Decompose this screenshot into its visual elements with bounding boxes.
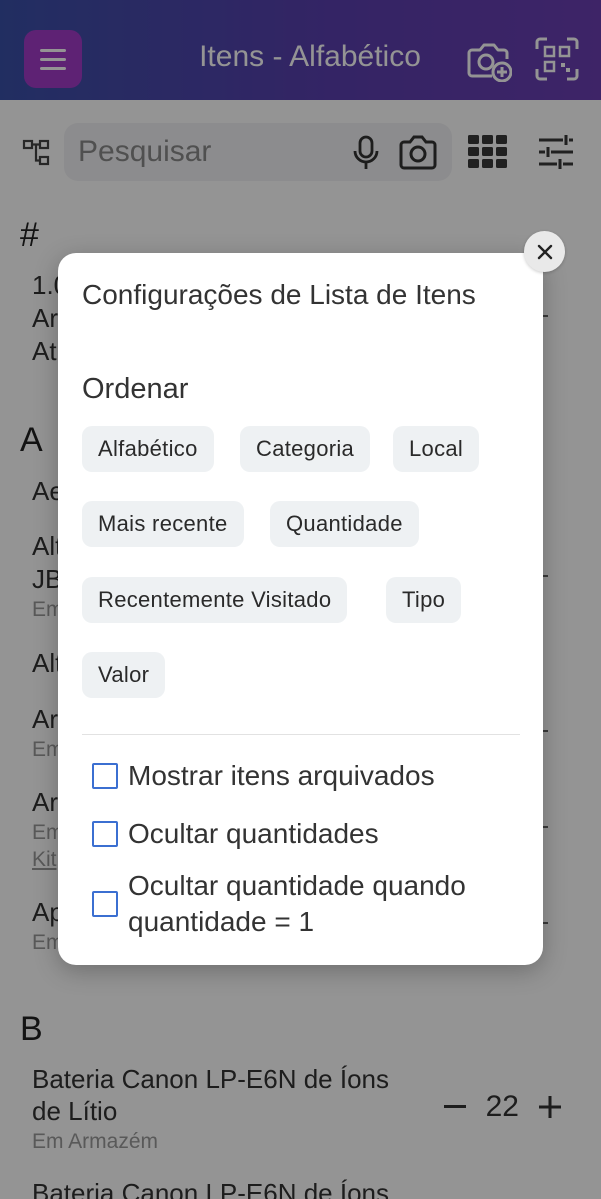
list-settings-dialog: Configurações de Lista de Itens Ordenar … bbox=[58, 253, 543, 965]
checkbox-row-hide-quantity-one[interactable]: Ocultar quantidade quando quantidade = 1 bbox=[92, 868, 512, 940]
sort-chip-categoria[interactable]: Categoria bbox=[240, 426, 371, 472]
sort-chip-local[interactable]: Local bbox=[393, 426, 480, 472]
checkbox-label: Ocultar quantidades bbox=[128, 818, 379, 849]
sort-chip-tipo[interactable]: Tipo bbox=[386, 577, 462, 623]
modal-backdrop-top bbox=[0, 0, 601, 100]
sort-chip-alfabetico[interactable]: Alfabético bbox=[82, 426, 214, 472]
sort-chip-mais-recente[interactable]: Mais recente bbox=[82, 501, 244, 547]
close-dialog-button[interactable] bbox=[524, 231, 565, 272]
sort-chip-valor[interactable]: Valor bbox=[82, 652, 166, 698]
sort-chip-recentemente-visitado[interactable]: Recentemente Visitado bbox=[82, 577, 348, 623]
divider bbox=[82, 734, 520, 735]
dialog-title: Configurações de Lista de Itens bbox=[82, 279, 476, 310]
checkbox-label: Mostrar itens arquivados bbox=[128, 760, 435, 791]
sort-heading: Ordenar bbox=[82, 373, 189, 405]
checkbox[interactable] bbox=[92, 763, 118, 789]
close-icon bbox=[537, 244, 552, 259]
sort-chip-quantidade[interactable]: Quantidade bbox=[270, 501, 419, 547]
checkbox[interactable] bbox=[92, 821, 118, 847]
checkbox-row-hide-quantities[interactable]: Ocultar quantidades bbox=[92, 816, 379, 852]
checkbox-label: Ocultar quantidade quando quantidade = 1 bbox=[128, 870, 466, 937]
checkbox-row-show-archived[interactable]: Mostrar itens arquivados bbox=[92, 758, 435, 794]
checkbox[interactable] bbox=[92, 891, 118, 917]
